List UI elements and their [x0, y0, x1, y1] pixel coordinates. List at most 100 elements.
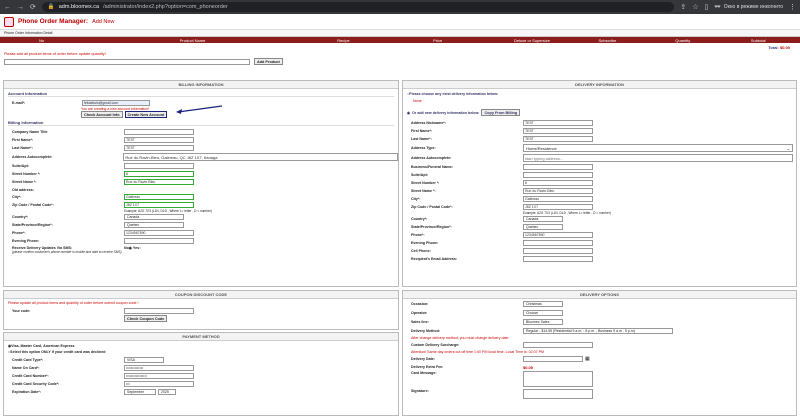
billing-suite-input[interactable]: [124, 163, 194, 169]
operator-select[interactable]: Choose: [523, 309, 563, 316]
business-input[interactable]: [523, 164, 593, 170]
billing-zip-input[interactable]: J8Z 1X7: [124, 202, 194, 208]
delivery-zip-input[interactable]: J8Z 1X7: [523, 204, 593, 210]
menu-icon[interactable]: ⋮: [789, 3, 796, 11]
delivery-last-label: Last Name*:: [411, 137, 432, 141]
delivery-streetname-input[interactable]: Rue du Ravin-Bleu: [523, 188, 593, 194]
column-header: Subscribe: [598, 37, 617, 43]
delivery-evening-label: Evening Phone:: [411, 241, 439, 245]
billing-autocomplete-label: Address Autocomplete:: [12, 155, 53, 159]
email-input[interactable]: fekaekuis@gmail.com: [82, 100, 150, 106]
delivery-streetnum-input[interactable]: 6: [523, 180, 593, 186]
billing-streetname-label: Street Name *:: [12, 180, 37, 184]
delivery-autocomplete-input[interactable]: [523, 154, 793, 162]
sms-radio-icon[interactable]: ◉: [129, 246, 132, 250]
delivery-country-value: Canada: [526, 217, 539, 221]
coupon-label: Your code:: [12, 309, 31, 313]
add-product-button[interactable]: Add Product: [254, 58, 283, 65]
exp-month-select[interactable]: September: [124, 389, 156, 395]
nickname-input[interactable]: TEST: [523, 120, 593, 126]
address-type-label: Address Type:: [411, 146, 436, 150]
company-input[interactable]: [124, 129, 194, 135]
incognito-icon: 🕶: [714, 4, 721, 10]
surcharge-input[interactable]: [523, 342, 593, 348]
sidebar-icon[interactable]: ▯: [705, 3, 709, 11]
delivery-method-select[interactable]: Regular - $14.95 (Residential 9 a.m. - 8…: [523, 327, 673, 334]
delivery-none: None: [413, 99, 422, 103]
company-label: Company Name Title: [12, 130, 48, 134]
billing-country-select[interactable]: Canada: [124, 214, 184, 220]
delivery-streetnum-label: Street Number *:: [411, 181, 440, 185]
billing-last-input[interactable]: TEST: [124, 145, 194, 151]
card-security-label: Credit Card Security Code*:: [12, 382, 60, 386]
billing-state-label: State/Province/Region*:: [12, 223, 53, 227]
exp-year-select[interactable]: 2025: [158, 389, 176, 395]
create-account-button[interactable]: Create New Account: [124, 111, 168, 118]
billing-evening-input[interactable]: [124, 238, 194, 244]
share-icon[interactable]: ⇪: [680, 3, 686, 11]
occasion-select[interactable]: Christmas: [523, 300, 563, 307]
card-message-input[interactable]: [523, 371, 593, 387]
billing-autocomplete-input[interactable]: Rue du Ravin-Bleu, Gatineau, QC J8Z 1X7,…: [123, 153, 398, 161]
delivery-date-input[interactable]: [523, 356, 583, 362]
forward-icon[interactable]: →: [17, 4, 24, 11]
delivery-country-select[interactable]: Canada: [523, 216, 563, 222]
address-bar[interactable]: 🔒 adm.bloomex.ca/administrator/index2.ph…: [41, 2, 675, 12]
back-icon[interactable]: ←: [4, 4, 11, 11]
recipient-email-input[interactable]: [523, 256, 593, 262]
billing-city-input[interactable]: Gatineau: [124, 194, 194, 200]
check-account-button[interactable]: Check Account Info: [81, 111, 123, 118]
billing-streetnum-input[interactable]: 6: [124, 171, 194, 177]
sales-line-select[interactable]: Bloomex Sales: [523, 318, 563, 325]
reload-icon[interactable]: ⟳: [30, 3, 36, 11]
card-number-label: Credit Card Number*:: [12, 374, 49, 378]
card-number-input[interactable]: •••••••••••••••••: [124, 373, 194, 379]
delivery-first-input[interactable]: TEST: [523, 128, 593, 134]
delivery-suite-input[interactable]: [523, 172, 593, 178]
billing-phone-label: Phone*:: [12, 231, 26, 235]
address-type-value: Home/Residence: [526, 145, 557, 151]
card-name-input[interactable]: ••••••••••••••: [124, 365, 194, 371]
payment-section: PAYMENT METHOD ◉Visa, Master Card, Ameri…: [3, 332, 399, 416]
sales-line-value: Bloomex Sales: [526, 319, 550, 324]
page-subtitle: Add New: [92, 18, 115, 25]
delivery-zip-label: Zip Code / Postal Code*:: [411, 205, 453, 209]
email-label: E-mail*:: [12, 101, 26, 105]
address-type-select[interactable]: Home/Residence ⌄: [523, 144, 793, 152]
column-header: Recipe: [337, 37, 350, 43]
billing-state-select[interactable]: Quebec: [124, 222, 184, 228]
delivery-last-input[interactable]: TEST: [523, 136, 593, 142]
billing-phone-input[interactable]: 1234567890: [124, 230, 194, 236]
card-type-select[interactable]: VISA: [124, 357, 164, 363]
delivery-state-select[interactable]: Quebec: [523, 224, 563, 230]
coupon-input[interactable]: [124, 308, 194, 314]
calendar-icon[interactable]: ▦: [585, 356, 590, 362]
product-search-input[interactable]: [4, 58, 250, 65]
star-icon[interactable]: ☆: [692, 3, 698, 11]
page-title: Phone Order Manager:: [18, 18, 89, 25]
delivery-title: DELIVERY INFORMATION: [403, 81, 796, 89]
billing-first-input[interactable]: TEST: [124, 137, 194, 143]
coupon-section: COUPON DISCOUNT CODE Please update all p…: [3, 290, 399, 330]
billing-section: BILLING INFORMATION Account Information …: [3, 80, 399, 287]
incognito-label: Окно в режиме инкогнито: [723, 4, 783, 10]
billing-streetname-input[interactable]: Rue du Ravin-Bleu: [124, 179, 194, 185]
delivery-radio-new-icon[interactable]: ◉: [407, 111, 410, 115]
check-coupon-button[interactable]: Check Coupon Code: [124, 315, 168, 322]
card-security-input[interactable]: •••: [124, 381, 194, 387]
billing-title: BILLING INFORMATION: [4, 81, 398, 89]
copy-billing-button[interactable]: Copy From Billing: [481, 109, 521, 116]
delivery-phone-input[interactable]: 1234567890: [523, 232, 593, 238]
payment-title: PAYMENT METHOD: [4, 333, 398, 341]
cell-input[interactable]: [523, 248, 593, 254]
delivery-city-input[interactable]: Gatineau: [523, 196, 593, 202]
info-label: Phone Order Information Detail: [0, 30, 800, 37]
add-notice: Please add all product items of order be…: [4, 52, 106, 56]
delivery-suite-label: Suite/Apt:: [411, 173, 428, 177]
delivery-evening-input[interactable]: [523, 240, 593, 246]
signature-input[interactable]: [523, 389, 593, 399]
column-header: Deluxe or Supersize: [513, 37, 550, 43]
sms-radio-yes-icon[interactable]: ○: [139, 246, 141, 250]
incognito-badge[interactable]: 🕶 Окно в режиме инкогнито: [714, 4, 783, 10]
recipient-email-label: Recipient's Email Address:: [411, 257, 458, 261]
